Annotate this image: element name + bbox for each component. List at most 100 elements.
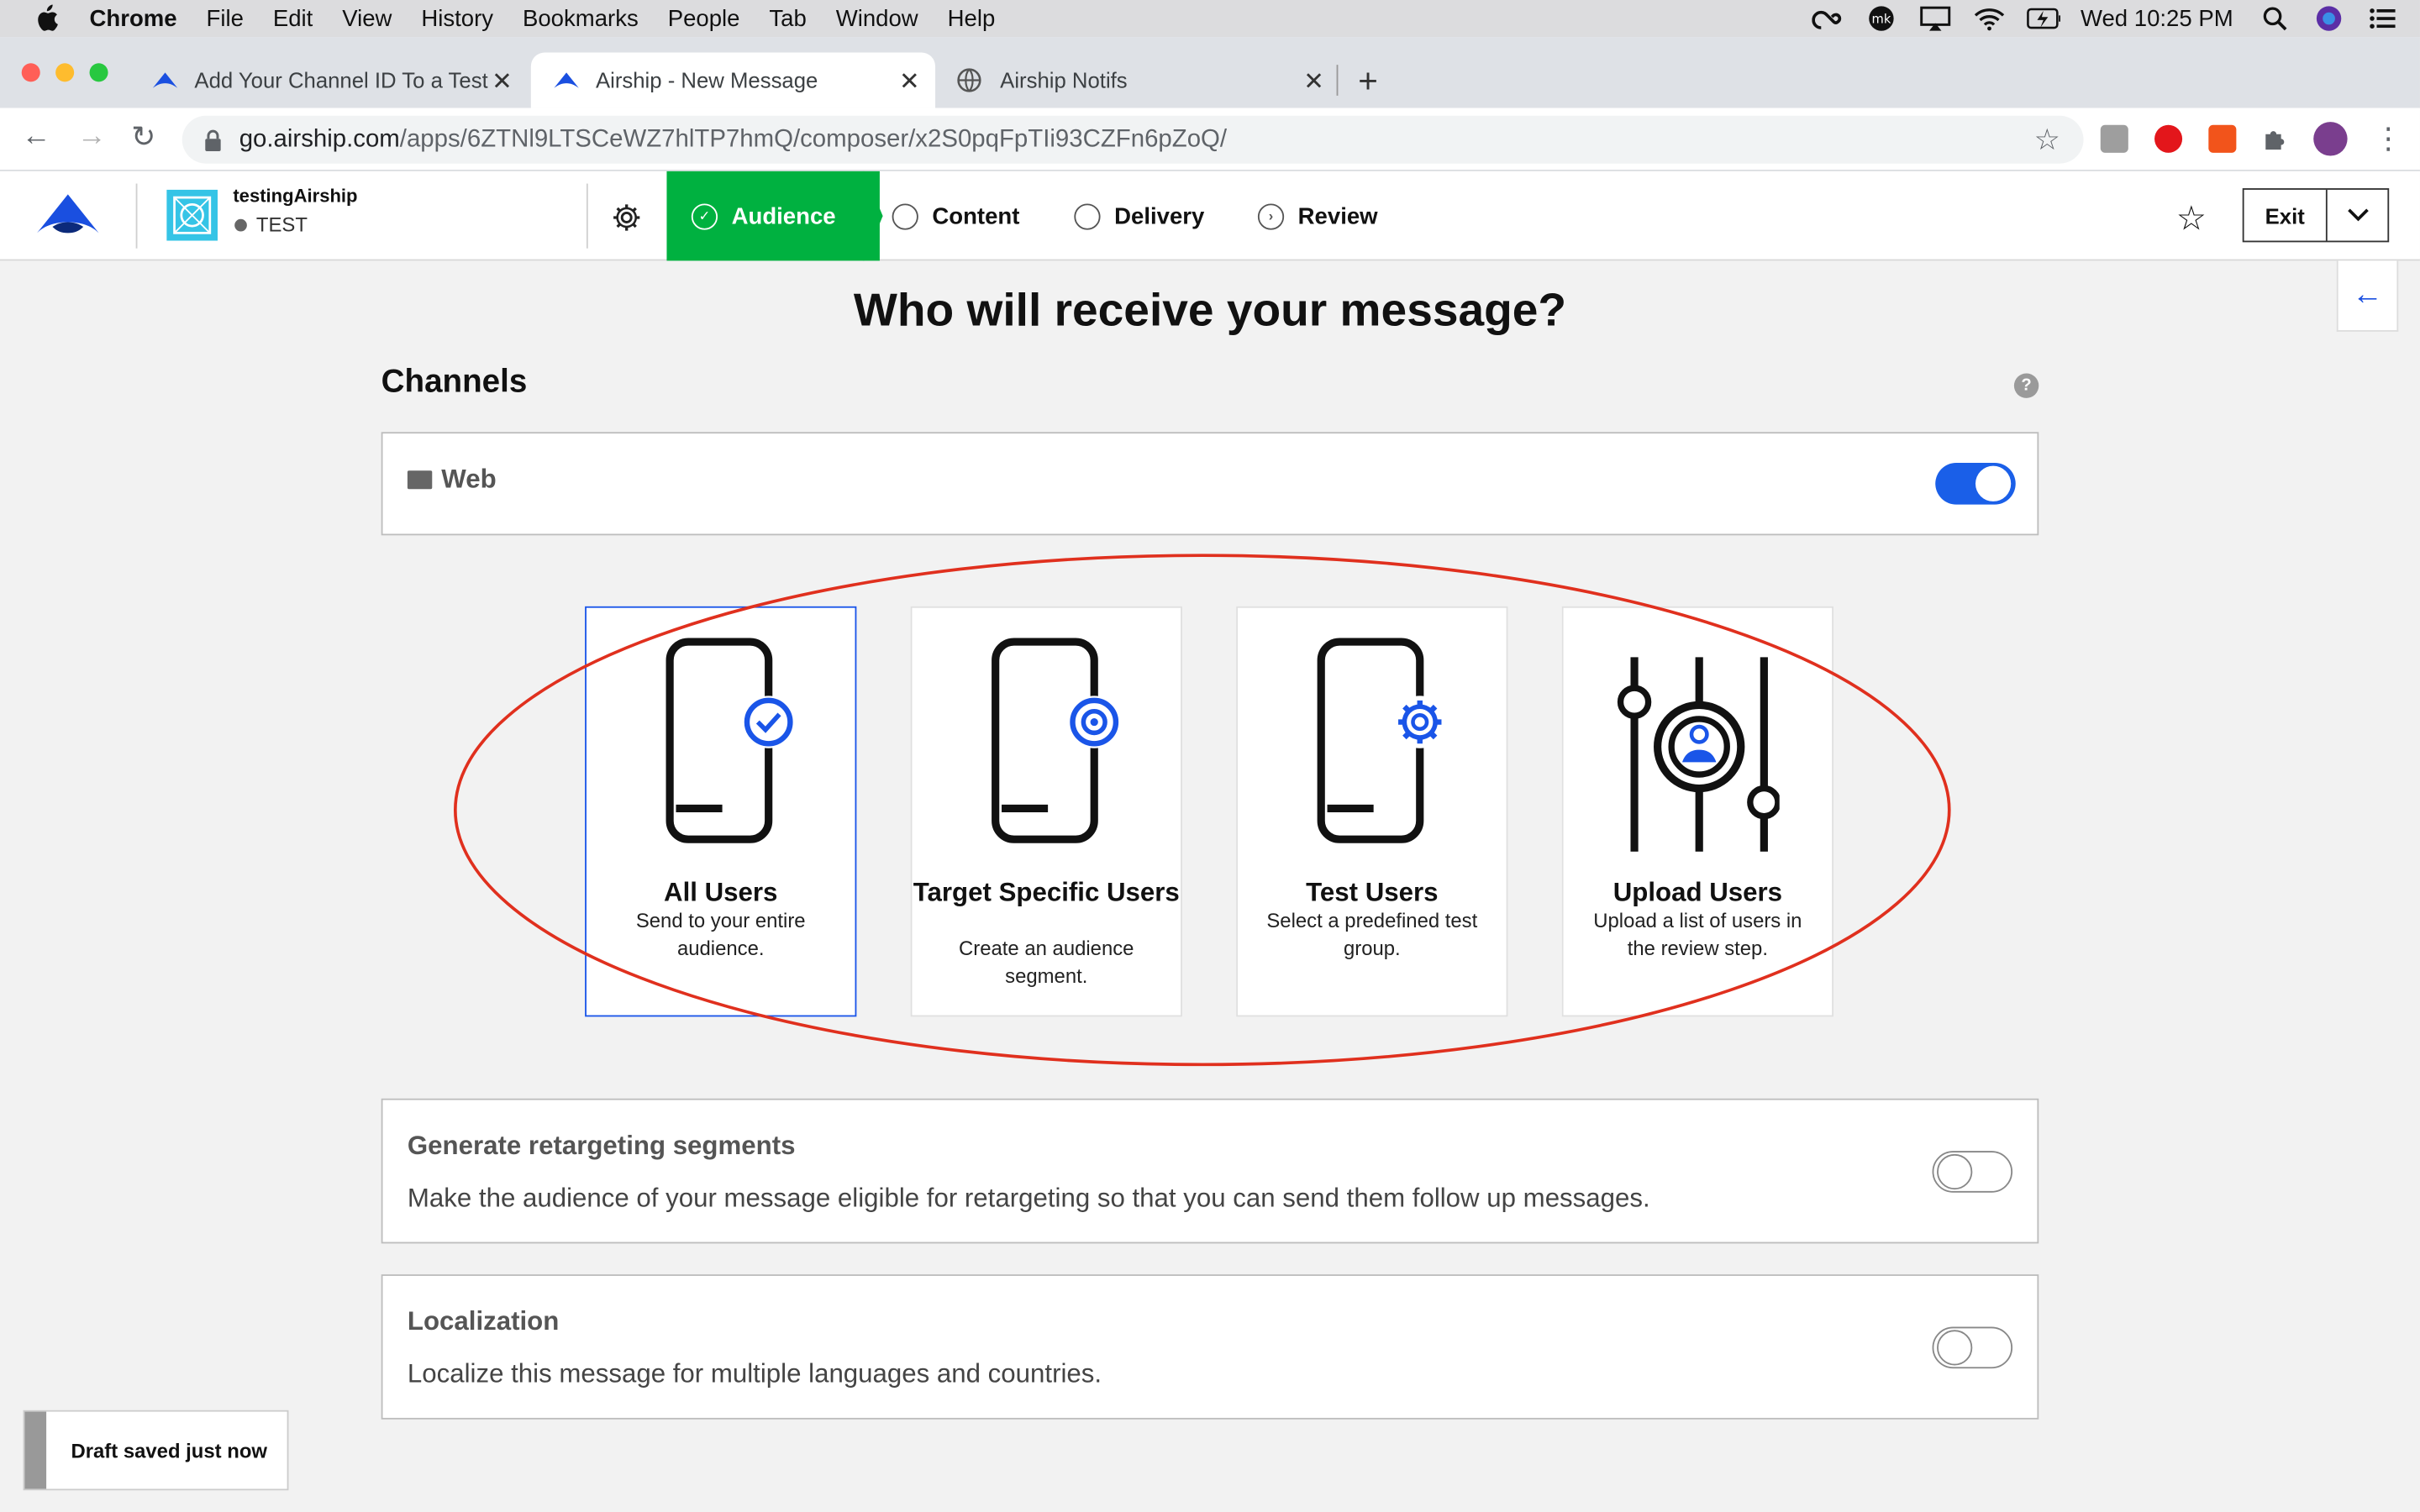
menu-edit[interactable]: Edit	[273, 5, 313, 31]
tab-divider	[1336, 65, 1339, 96]
tab-title: Airship - New Message	[595, 67, 818, 93]
env-status-dot	[234, 218, 247, 231]
battery-charging-icon[interactable]	[2027, 5, 2061, 33]
toast-text: Draft saved just now	[71, 1438, 268, 1462]
percent-extension-icon[interactable]	[2208, 124, 2237, 153]
browser-toolbar: ← → ↻ go.airship.com/apps/6ZTNl9LTSCeWZ7…	[0, 108, 2420, 171]
step-label: Audience	[731, 202, 836, 229]
globe-icon	[957, 68, 985, 92]
draft-saved-toast: Draft saved just now	[23, 1410, 289, 1491]
option-localization: Localization Localize this message for m…	[381, 1274, 2039, 1420]
extension-icon[interactable]	[2100, 124, 2128, 153]
bookmark-star-icon[interactable]: ☆	[2034, 123, 2060, 159]
window-close-button[interactable]	[21, 63, 40, 82]
channel-label: Web	[407, 464, 497, 496]
option-retargeting: Generate retargeting segments Make the a…	[381, 1098, 2039, 1244]
airship-logo[interactable]	[34, 190, 102, 239]
forward-arrow-icon[interactable]: →	[77, 120, 107, 154]
tab-close-icon[interactable]: ✕	[1303, 66, 1324, 97]
tab-close-icon[interactable]: ✕	[492, 66, 513, 97]
spotlight-search-icon[interactable]	[2258, 5, 2291, 33]
browser-tab-strip: Add Your Channel ID To a Test ( ✕ Airshi…	[0, 37, 2420, 108]
svg-text:mk: mk	[1872, 13, 1891, 27]
siri-icon[interactable]	[2312, 5, 2345, 33]
toggle-knob	[1975, 465, 2012, 501]
menu-people[interactable]: People	[668, 5, 740, 31]
menu-history[interactable]: History	[421, 5, 493, 31]
page-title: Who will receive your message?	[853, 285, 1567, 337]
toggle-knob	[1937, 1330, 1973, 1366]
step-content[interactable]: Content	[892, 171, 1020, 261]
toast-accent-bar	[24, 1411, 47, 1489]
browser-tab-new-message[interactable]: Airship - New Message ✕	[530, 52, 936, 108]
tab-title: Add Your Channel ID To a Test (	[194, 67, 488, 93]
project-env: TEST	[234, 213, 308, 236]
new-tab-plus-icon[interactable]: +	[1358, 61, 1378, 102]
favorite-star-icon[interactable]: ☆	[2176, 199, 2207, 239]
project-name: testingAirship	[233, 185, 358, 207]
url-host: go.airship.com	[239, 125, 400, 152]
project-env-label: TEST	[255, 213, 308, 237]
menu-help[interactable]: Help	[948, 5, 996, 31]
option-title: Localization	[407, 1306, 560, 1336]
airship-icon	[553, 68, 581, 92]
macos-menubar: Chrome File Edit View History Bookmarks …	[0, 0, 2420, 38]
step-review[interactable]: › Review	[1257, 171, 1378, 261]
menu-window[interactable]: Window	[836, 5, 918, 31]
window-minimize-button[interactable]	[55, 63, 75, 82]
option-title: Generate retargeting segments	[407, 1131, 796, 1161]
empty-circle-icon	[1074, 202, 1101, 229]
divider	[586, 183, 588, 249]
chrome-menu-icon[interactable]: ⋮	[2374, 122, 2403, 157]
check-circle-icon: ✓	[691, 202, 718, 229]
creative-cloud-icon[interactable]	[1811, 5, 1844, 33]
step-label: Delivery	[1114, 202, 1205, 229]
channel-row-web: Web	[381, 432, 2039, 536]
airplay-icon[interactable]	[1918, 5, 1952, 33]
exit-button[interactable]: Exit	[2244, 189, 2328, 241]
browser-window-icon	[407, 470, 433, 490]
back-arrow-icon[interactable]: ←	[22, 120, 51, 154]
menu-view[interactable]: View	[342, 5, 392, 31]
divider	[135, 183, 138, 249]
tab-close-icon[interactable]: ✕	[899, 66, 920, 97]
step-audience[interactable]: ✓ Audience	[666, 171, 880, 261]
apple-icon[interactable]	[34, 4, 58, 33]
menubar-clock[interactable]: Wed 10:25 PM	[2081, 5, 2233, 31]
menu-tab[interactable]: Tab	[769, 5, 806, 31]
settings-gear-icon[interactable]	[611, 202, 642, 234]
step-delivery[interactable]: Delivery	[1074, 171, 1204, 261]
retargeting-toggle[interactable]	[1932, 1151, 2013, 1193]
lock-icon	[205, 129, 221, 151]
option-description: Make the audience of your message eligib…	[407, 1183, 1650, 1213]
web-channel-toggle[interactable]	[1935, 463, 2016, 505]
browser-tab-channel-id[interactable]: Add Your Channel ID To a Test ( ✕	[129, 52, 528, 108]
menu-bookmarks[interactable]: Bookmarks	[523, 5, 639, 31]
menu-file[interactable]: File	[207, 5, 244, 31]
step-label: Content	[932, 202, 1020, 229]
exit-button-group: Exit	[2242, 188, 2390, 243]
chevron-down-icon[interactable]	[2328, 190, 2388, 241]
adblock-extension-icon[interactable]	[2154, 124, 2183, 153]
address-bar[interactable]: go.airship.com/apps/6ZTNl9LTSCeWZ7hlTP7h…	[182, 115, 2084, 164]
menu-app-name[interactable]: Chrome	[90, 5, 177, 31]
wifi-icon[interactable]	[1972, 5, 2006, 33]
puzzle-extensions-icon[interactable]	[2261, 125, 2289, 153]
project-icon[interactable]	[166, 189, 218, 241]
localization-toggle[interactable]	[1932, 1326, 2013, 1369]
mk-icon[interactable]: mk	[1865, 5, 1898, 33]
reload-icon[interactable]: ↻	[131, 120, 155, 155]
channel-name: Web	[441, 464, 497, 494]
tab-title: Airship Notifs	[1000, 67, 1128, 93]
menubar-status-area: mk Wed 10:25 PM	[1811, 0, 2420, 37]
control-center-icon[interactable]	[2366, 5, 2400, 33]
app-header: testingAirship TEST ✓ Audience Content D…	[0, 171, 2420, 261]
browser-tab-airship-notifs[interactable]: Airship Notifs ✕	[935, 52, 1339, 108]
channels-heading: Channels	[381, 364, 528, 400]
option-description: Localize this message for multiple langu…	[407, 1359, 1102, 1389]
help-icon[interactable]: ?	[2013, 373, 2039, 398]
window-zoom-button[interactable]	[89, 63, 108, 82]
profile-avatar[interactable]	[2313, 122, 2348, 156]
toggle-knob	[1937, 1153, 1973, 1190]
step-label: Review	[1297, 202, 1378, 229]
